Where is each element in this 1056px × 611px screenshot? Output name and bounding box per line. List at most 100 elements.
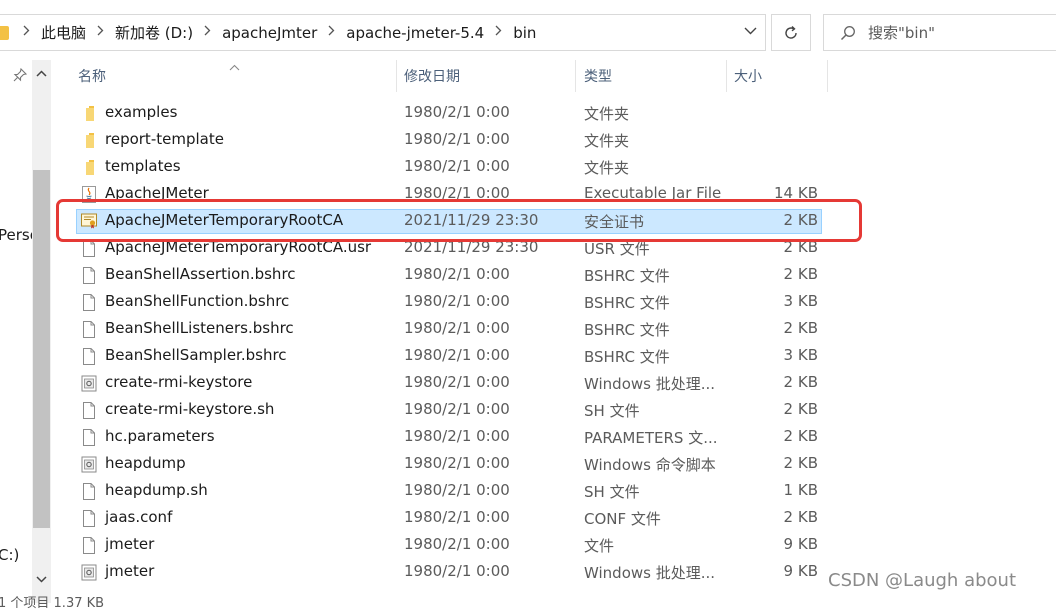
file-row[interactable]: examples 1980/2/1 0:00 文件夹	[76, 101, 822, 126]
folder-icon	[80, 131, 98, 150]
file-row[interactable]: jmeter 1980/2/1 0:00 文件 9 KB	[76, 533, 822, 558]
file-date: 1980/2/1 0:00	[404, 319, 510, 337]
file-row[interactable]: heapdump.sh 1980/2/1 0:00 SH 文件 1 KB	[76, 479, 822, 504]
column-header-date-label: 修改日期	[404, 69, 460, 85]
file-name: BeanShellSampler.bshrc	[105, 346, 287, 364]
file-row[interactable]: jaas.conf 1980/2/1 0:00 CONF 文件 2 KB	[76, 506, 822, 531]
column-header-size-label: 大小	[734, 69, 762, 85]
file-name: create-rmi-keystore.sh	[105, 400, 275, 418]
file-row[interactable]: BeanShellListeners.bshrc 1980/2/1 0:00 BSH…	[76, 317, 822, 342]
scroll-thumb[interactable]	[33, 170, 50, 528]
scroll-down-icon[interactable]	[32, 570, 51, 588]
search-box[interactable]: 搜索"bin"	[823, 14, 1056, 51]
address-bar[interactable]: 此电脑 新加卷 (D:) apacheJmter apache-jmeter-5.4 b…	[0, 14, 766, 51]
batch-file-icon	[80, 455, 98, 474]
file-name: jmeter	[105, 535, 155, 553]
file-size: 3 KB	[783, 346, 818, 364]
file-date: 1980/2/1 0:00	[404, 535, 510, 553]
file-row[interactable]: ApacheJMeter 1980/2/1 0:00 Executable Jar …	[76, 182, 822, 207]
file-icon	[80, 239, 98, 258]
file-icon	[80, 293, 98, 312]
file-size: 2 KB	[783, 400, 818, 418]
search-placeholder: 搜索"bin"	[868, 24, 935, 42]
certificate-icon	[80, 211, 98, 230]
pin-icon[interactable]	[13, 67, 28, 86]
scroll-up-icon[interactable]	[32, 64, 51, 82]
file-type: BSHRC 文件	[584, 321, 670, 339]
file-name: jmeter	[105, 562, 155, 580]
file-name: BeanShellAssertion.bshrc	[105, 265, 296, 283]
file-date: 1980/2/1 0:00	[404, 373, 510, 391]
file-type: 安全证书	[584, 213, 645, 231]
file-type: 文件夹	[584, 159, 630, 177]
breadcrumb-separator-icon[interactable]	[23, 25, 30, 40]
file-row[interactable]: ApacheJMeterTemporaryRootCA.usr 2021/11/2…	[76, 236, 822, 261]
file-size: 2 KB	[783, 373, 818, 391]
breadcrumb-separator-icon[interactable]	[495, 25, 502, 40]
file-icon	[80, 536, 98, 555]
column-header-name[interactable]: 名称	[70, 60, 397, 92]
file-row[interactable]: BeanShellSampler.bshrc 1980/2/1 0:00 BSHRC…	[76, 344, 822, 369]
file-size: 2 KB	[783, 265, 818, 283]
file-name: hc.parameters	[105, 427, 215, 445]
file-icon	[80, 347, 98, 366]
file-size: 14 KB	[774, 184, 818, 202]
file-type: CONF 文件	[584, 510, 661, 528]
file-row[interactable]: create-rmi-keystore.sh 1980/2/1 0:00 SH 文件…	[76, 398, 822, 423]
file-type: Windows 批处理...	[584, 375, 716, 393]
file-row[interactable]: templates 1980/2/1 0:00 文件夹	[76, 155, 822, 180]
nav-item-c-drive[interactable]: C:)	[0, 546, 19, 564]
file-name: BeanShellFunction.bshrc	[105, 292, 290, 310]
file-icon	[80, 401, 98, 420]
chevron-down-icon[interactable]	[744, 24, 757, 39]
file-row[interactable]: BeanShellFunction.bshrc 1980/2/1 0:00 BSHR…	[76, 290, 822, 315]
refresh-icon	[785, 25, 797, 39]
file-date: 1980/2/1 0:00	[404, 427, 510, 445]
file-row-selected[interactable]: ApacheJMeterTemporaryRootCA 2021/11/29 23…	[76, 209, 822, 234]
file-type: Windows 批处理...	[584, 564, 716, 582]
breadcrumb-separator-icon[interactable]	[204, 25, 211, 40]
breadcrumb-item[interactable]: bin	[513, 24, 536, 42]
file-row[interactable]: create-rmi-keystore 1980/2/1 0:00 Windows …	[76, 371, 822, 396]
breadcrumb-item[interactable]: apacheJmter	[222, 24, 317, 42]
file-type: USR 文件	[584, 240, 650, 258]
file-type: BSHRC 文件	[584, 348, 670, 366]
file-icon	[80, 266, 98, 285]
breadcrumb-item[interactable]: 新加卷 (D:)	[115, 22, 193, 43]
column-header-size[interactable]: 大小	[726, 60, 828, 92]
file-size: 2 KB	[783, 427, 818, 445]
batch-file-icon	[80, 374, 98, 393]
file-size: 2 KB	[783, 211, 818, 229]
column-header-date[interactable]: 修改日期	[396, 60, 576, 92]
file-row[interactable]: BeanShellAssertion.bshrc 1980/2/1 0:00 BSH…	[76, 263, 822, 288]
file-row[interactable]: heapdump 1980/2/1 0:00 Windows 命令脚本 2 KB	[76, 452, 822, 477]
status-bar-text: 1 个项目 1.37 KB	[0, 596, 105, 611]
breadcrumb-item[interactable]: apache-jmeter-5.4	[346, 24, 484, 42]
file-icon	[80, 428, 98, 447]
file-date: 1980/2/1 0:00	[404, 562, 510, 580]
file-icon	[80, 509, 98, 528]
file-date: 1980/2/1 0:00	[404, 346, 510, 364]
search-icon	[840, 25, 855, 40]
file-size: 1 KB	[783, 481, 818, 499]
breadcrumb-item[interactable]: 此电脑	[41, 22, 86, 43]
refresh-button[interactable]	[771, 14, 811, 51]
folder-icon	[80, 104, 98, 123]
address-bar-row: 此电脑 新加卷 (D:) apacheJmter apache-jmeter-5.4 b…	[0, 0, 1056, 66]
file-row[interactable]: hc.parameters 1980/2/1 0:00 PARAMETERS 文..…	[76, 425, 822, 450]
file-type: 文件	[584, 537, 615, 555]
file-date: 1980/2/1 0:00	[404, 481, 510, 499]
nav-scrollbar[interactable]	[32, 60, 51, 603]
file-row[interactable]: report-template 1980/2/1 0:00 文件夹	[76, 128, 822, 153]
breadcrumb-separator-icon[interactable]	[97, 25, 104, 40]
breadcrumb-separator-icon[interactable]	[328, 25, 335, 40]
file-name: ApacheJMeterTemporaryRootCA.usr	[105, 238, 372, 256]
folder-icon	[80, 158, 98, 177]
file-type: Executable Jar File	[584, 184, 722, 202]
file-name: ApacheJMeter	[105, 184, 209, 202]
file-row[interactable]: jmeter 1980/2/1 0:00 Windows 批处理... 9 KB	[76, 560, 822, 585]
column-header-type[interactable]: 类型	[576, 60, 727, 92]
file-type: BSHRC 文件	[584, 294, 670, 312]
file-name: examples	[105, 103, 178, 121]
file-date: 1980/2/1 0:00	[404, 292, 510, 310]
